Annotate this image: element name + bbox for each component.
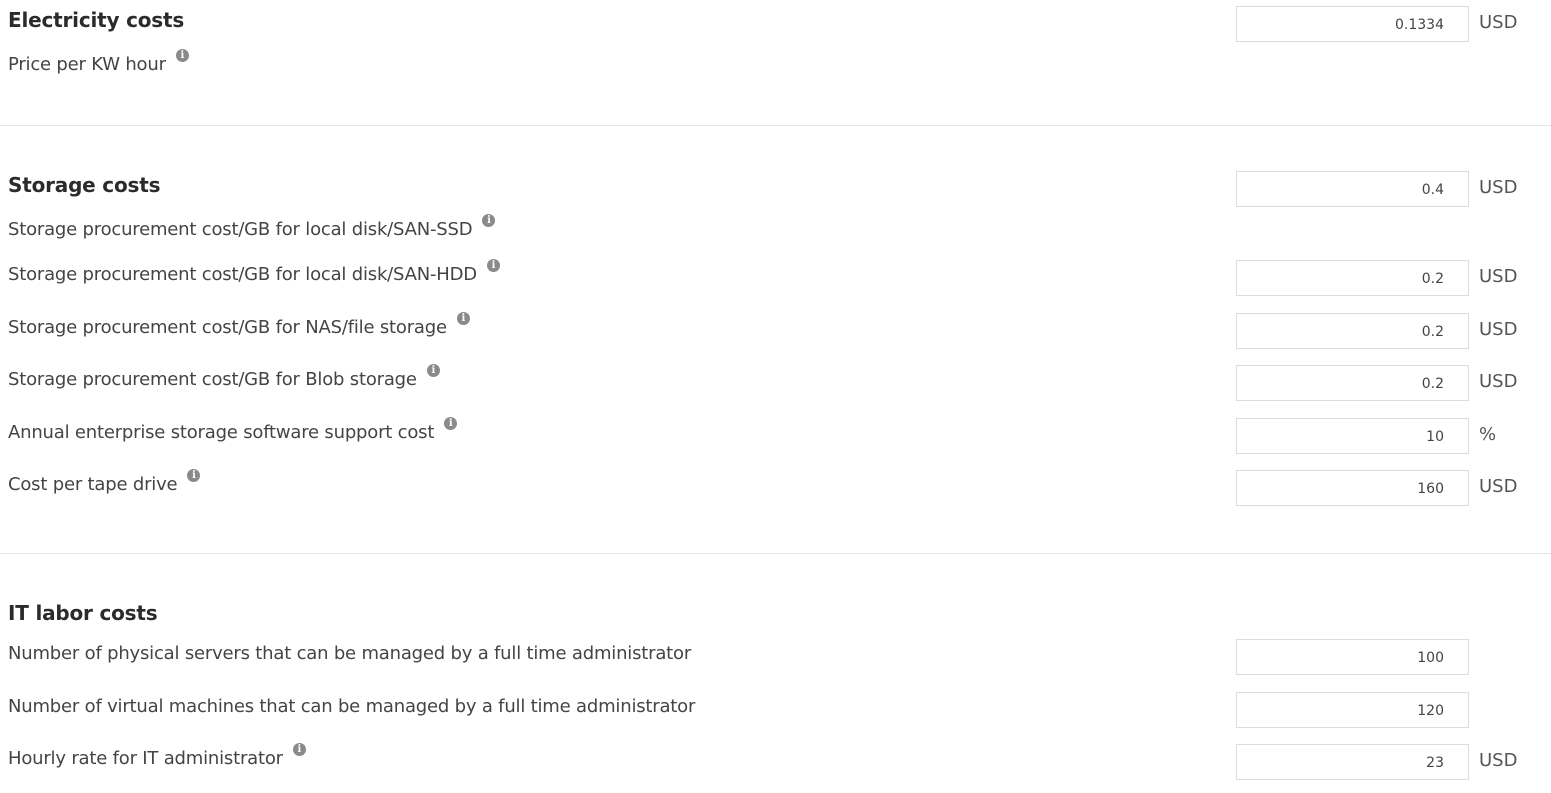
price-per-kw-hour-row: Price per KW hour i xyxy=(8,49,189,75)
info-icon[interactable]: i xyxy=(426,364,440,377)
storage-hdd-cost-label: Storage procurement cost/GB for local di… xyxy=(8,264,477,285)
info-icon[interactable]: i xyxy=(482,214,496,227)
info-icon[interactable]: i xyxy=(486,259,500,272)
tape-drive-cost-unit: USD xyxy=(1479,476,1518,497)
vms-per-admin-label: Number of virtual machines that can be m… xyxy=(8,696,696,717)
section-title-storage: Storage costs xyxy=(8,173,161,197)
storage-software-support-unit: % xyxy=(1479,424,1497,445)
admin-hourly-rate-row: Hourly rate for IT administrator i xyxy=(8,743,306,769)
storage-blob-cost-label: Storage procurement cost/GB for Blob sto… xyxy=(8,369,417,390)
section-title-electricity: Electricity costs xyxy=(8,8,185,32)
section-divider xyxy=(0,553,1551,554)
admin-hourly-rate-unit: USD xyxy=(1479,750,1518,771)
info-icon[interactable]: i xyxy=(456,312,470,325)
info-icon[interactable]: i xyxy=(175,49,189,62)
section-title-it-labor: IT labor costs xyxy=(8,601,158,625)
vms-per-admin-input[interactable]: 120 xyxy=(1236,692,1469,728)
physical-servers-per-admin-label: Number of physical servers that can be m… xyxy=(8,643,692,664)
price-per-kw-hour-label: Price per KW hour xyxy=(8,54,166,75)
vms-per-admin-row: Number of virtual machines that can be m… xyxy=(8,696,695,717)
tape-drive-cost-row: Cost per tape drive i xyxy=(8,469,201,495)
storage-software-support-row: Annual enterprise storage software suppo… xyxy=(8,417,458,443)
admin-hourly-rate-label: Hourly rate for IT administrator xyxy=(8,748,283,769)
tape-drive-cost-input[interactable]: 160 xyxy=(1236,470,1469,506)
physical-servers-per-admin-row: Number of physical servers that can be m… xyxy=(8,643,691,664)
info-icon[interactable]: i xyxy=(187,469,201,482)
storage-hdd-cost-unit: USD xyxy=(1479,266,1518,287)
section-divider xyxy=(0,125,1551,126)
storage-nas-cost-unit: USD xyxy=(1479,319,1518,340)
storage-software-support-label: Annual enterprise storage software suppo… xyxy=(8,422,435,443)
storage-ssd-cost-input[interactable]: 0.4 xyxy=(1236,171,1469,207)
storage-nas-cost-row: Storage procurement cost/GB for NAS/file… xyxy=(8,312,470,338)
storage-blob-cost-unit: USD xyxy=(1479,371,1518,392)
storage-blob-cost-input[interactable]: 0.2 xyxy=(1236,365,1469,401)
info-icon[interactable]: i xyxy=(292,743,306,756)
tape-drive-cost-label: Cost per tape drive xyxy=(8,474,178,495)
storage-ssd-cost-unit: USD xyxy=(1479,177,1518,198)
storage-blob-cost-row: Storage procurement cost/GB for Blob sto… xyxy=(8,364,440,390)
storage-ssd-cost-row: Storage procurement cost/GB for local di… xyxy=(8,214,496,240)
info-icon[interactable]: i xyxy=(444,417,458,430)
storage-software-support-input[interactable]: 10 xyxy=(1236,418,1469,454)
price-per-kw-hour-input[interactable]: 0.1334 xyxy=(1236,6,1469,42)
storage-hdd-cost-row: Storage procurement cost/GB for local di… xyxy=(8,259,500,285)
storage-ssd-cost-label: Storage procurement cost/GB for local di… xyxy=(8,219,473,240)
storage-hdd-cost-input[interactable]: 0.2 xyxy=(1236,260,1469,296)
storage-nas-cost-label: Storage procurement cost/GB for NAS/file… xyxy=(8,317,447,338)
storage-nas-cost-input[interactable]: 0.2 xyxy=(1236,313,1469,349)
admin-hourly-rate-input[interactable]: 23 xyxy=(1236,744,1469,780)
price-per-kw-hour-unit: USD xyxy=(1479,12,1518,33)
physical-servers-per-admin-input[interactable]: 100 xyxy=(1236,639,1469,675)
